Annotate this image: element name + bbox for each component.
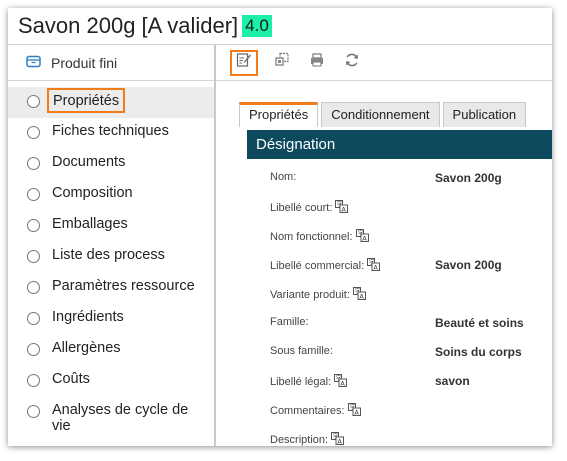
tab-proprietes[interactable]: Propriétés bbox=[239, 102, 319, 127]
version-badge: 4.0 bbox=[242, 15, 272, 37]
sidebar-item-label: Composition bbox=[52, 185, 133, 201]
sidebar-item-label: Emballages bbox=[52, 216, 128, 232]
sidebar-nav: Propriétés Fiches techniques Documents C… bbox=[8, 87, 214, 434]
field-label: Variante produit: 字A bbox=[270, 287, 366, 303]
translate-icon[interactable]: 字A bbox=[355, 229, 369, 245]
title-bar: Savon 200g [A valider] 4.0 bbox=[8, 8, 552, 45]
section-header-designation[interactable]: Désignation bbox=[247, 130, 552, 159]
sidebar-item-fiches-techniques[interactable]: Fiches techniques bbox=[8, 118, 214, 149]
field-row-libelle-commercial: Libellé commercial: 字A Savon 200g bbox=[247, 258, 552, 278]
field-label: Libellé légal: 字A bbox=[270, 374, 348, 390]
section-title: Désignation bbox=[256, 136, 336, 153]
sidebar-item-couts[interactable]: Coûts bbox=[8, 366, 214, 397]
radio-icon[interactable] bbox=[27, 374, 40, 387]
radio-icon[interactable] bbox=[27, 312, 40, 325]
field-label: Libellé court: 字A bbox=[270, 200, 349, 216]
refresh-button[interactable] bbox=[341, 52, 363, 74]
product-box-icon bbox=[26, 55, 41, 71]
radio-icon[interactable] bbox=[27, 157, 40, 170]
field-row-nom: Nom: Savon 200g bbox=[247, 171, 552, 191]
radio-icon[interactable] bbox=[27, 95, 40, 108]
sidebar-item-liste-process[interactable]: Liste des process bbox=[8, 242, 214, 273]
sidebar-item-label: Paramètres ressource bbox=[52, 278, 195, 294]
print-icon bbox=[309, 52, 325, 73]
sidebar-item-ingredients[interactable]: Ingrédients bbox=[8, 304, 214, 335]
translate-icon[interactable]: 字A bbox=[334, 374, 348, 390]
field-label: Famille: bbox=[270, 316, 309, 328]
field-row-description: Description: 字A bbox=[247, 432, 552, 446]
translate-icon[interactable]: 字A bbox=[352, 287, 366, 303]
sidebar-item-label: Allergènes bbox=[52, 340, 121, 356]
field-value: Savon 200g bbox=[435, 258, 502, 272]
field-label: Sous famille: bbox=[270, 345, 333, 357]
field-label: Nom fonctionnel: 字A bbox=[270, 229, 369, 245]
sidebar-item-label: Documents bbox=[52, 154, 126, 170]
field-value: Savon 200g bbox=[435, 171, 502, 185]
field-label: Commentaires: 字A bbox=[270, 403, 361, 419]
sidebar: Produit fini Propriétés Fiches technique… bbox=[8, 45, 214, 446]
sidebar-item-composition[interactable]: Composition bbox=[8, 180, 214, 211]
svg-text:A: A bbox=[359, 293, 364, 300]
radio-icon[interactable] bbox=[27, 219, 40, 232]
sidebar-item-label: Liste des process bbox=[52, 247, 165, 263]
field-row-variante-produit: Variante produit: 字A bbox=[247, 287, 552, 307]
radio-icon[interactable] bbox=[27, 405, 40, 418]
radio-icon[interactable] bbox=[27, 343, 40, 356]
field-row-libelle-legal: Libellé légal: 字A savon bbox=[247, 374, 552, 394]
tab-bar: Propriétés Conditionnement Publication bbox=[239, 102, 529, 127]
toolbar bbox=[216, 45, 552, 81]
svg-text:A: A bbox=[342, 206, 347, 213]
sidebar-item-parametres-ressource[interactable]: Paramètres ressource bbox=[8, 273, 214, 304]
radio-icon[interactable] bbox=[27, 250, 40, 263]
sidebar-item-emballages[interactable]: Emballages bbox=[8, 211, 214, 242]
tab-conditionnement[interactable]: Conditionnement bbox=[321, 102, 440, 127]
refresh-icon bbox=[344, 52, 360, 73]
copy-icon bbox=[274, 52, 290, 73]
tab-publication[interactable]: Publication bbox=[442, 102, 527, 127]
print-button[interactable] bbox=[306, 52, 328, 74]
field-row-famille: Famille: Beauté et soins bbox=[247, 316, 552, 336]
field-label: Libellé commercial: 字A bbox=[270, 258, 381, 274]
sidebar-item-analyses-cycle-vie[interactable]: Analyses de cycle de vie bbox=[8, 397, 214, 434]
svg-text:A: A bbox=[374, 264, 379, 271]
page-title: Savon 200g [A valider] bbox=[18, 13, 239, 38]
sidebar-item-label: Analyses de cycle de vie bbox=[52, 402, 189, 434]
field-value: Soins du corps bbox=[435, 345, 522, 359]
sidebar-item-allergenes[interactable]: Allergènes bbox=[8, 335, 214, 366]
field-value: savon bbox=[435, 374, 470, 388]
main-panel: Propriétés Conditionnement Publication D… bbox=[216, 45, 552, 446]
translate-icon[interactable]: 字A bbox=[331, 432, 345, 446]
svg-text:A: A bbox=[337, 438, 342, 445]
svg-text:A: A bbox=[354, 409, 359, 416]
field-label: Nom: bbox=[270, 171, 297, 183]
designation-form: Nom: Savon 200g Libellé court: 字A Nom fo… bbox=[247, 159, 552, 446]
sidebar-header-label: Produit fini bbox=[51, 54, 118, 71]
sidebar-item-proprietes[interactable]: Propriétés bbox=[8, 87, 214, 118]
translate-icon[interactable]: 字A bbox=[347, 403, 361, 419]
field-row-commentaires: Commentaires: 字A bbox=[247, 403, 552, 423]
translate-icon[interactable]: 字A bbox=[367, 258, 381, 274]
edit-icon bbox=[236, 52, 252, 73]
sidebar-item-label: Fiches techniques bbox=[52, 123, 169, 139]
field-row-libelle-court: Libellé court: 字A bbox=[247, 200, 552, 220]
sidebar-item-label: Coûts bbox=[52, 371, 90, 387]
radio-icon[interactable] bbox=[27, 126, 40, 139]
radio-icon[interactable] bbox=[27, 188, 40, 201]
svg-text:A: A bbox=[362, 235, 367, 242]
edit-button[interactable] bbox=[230, 49, 258, 76]
sidebar-item-label: Propriétés bbox=[47, 88, 126, 113]
translate-icon[interactable]: 字A bbox=[335, 200, 349, 216]
copy-button[interactable] bbox=[271, 52, 293, 74]
sidebar-header[interactable]: Produit fini bbox=[8, 45, 214, 81]
sidebar-item-documents[interactable]: Documents bbox=[8, 149, 214, 180]
field-row-sous-famille: Sous famille: Soins du corps bbox=[247, 345, 552, 365]
product-window: Savon 200g [A valider] 4.0 Produit fini … bbox=[8, 8, 552, 446]
radio-icon[interactable] bbox=[27, 281, 40, 294]
sidebar-item-label: Ingrédients bbox=[52, 309, 124, 325]
field-value: Beauté et soins bbox=[435, 316, 524, 330]
field-row-nom-fonctionnel: Nom fonctionnel: 字A bbox=[247, 229, 552, 249]
field-label: Description: 字A bbox=[270, 432, 345, 446]
svg-text:A: A bbox=[341, 380, 346, 387]
